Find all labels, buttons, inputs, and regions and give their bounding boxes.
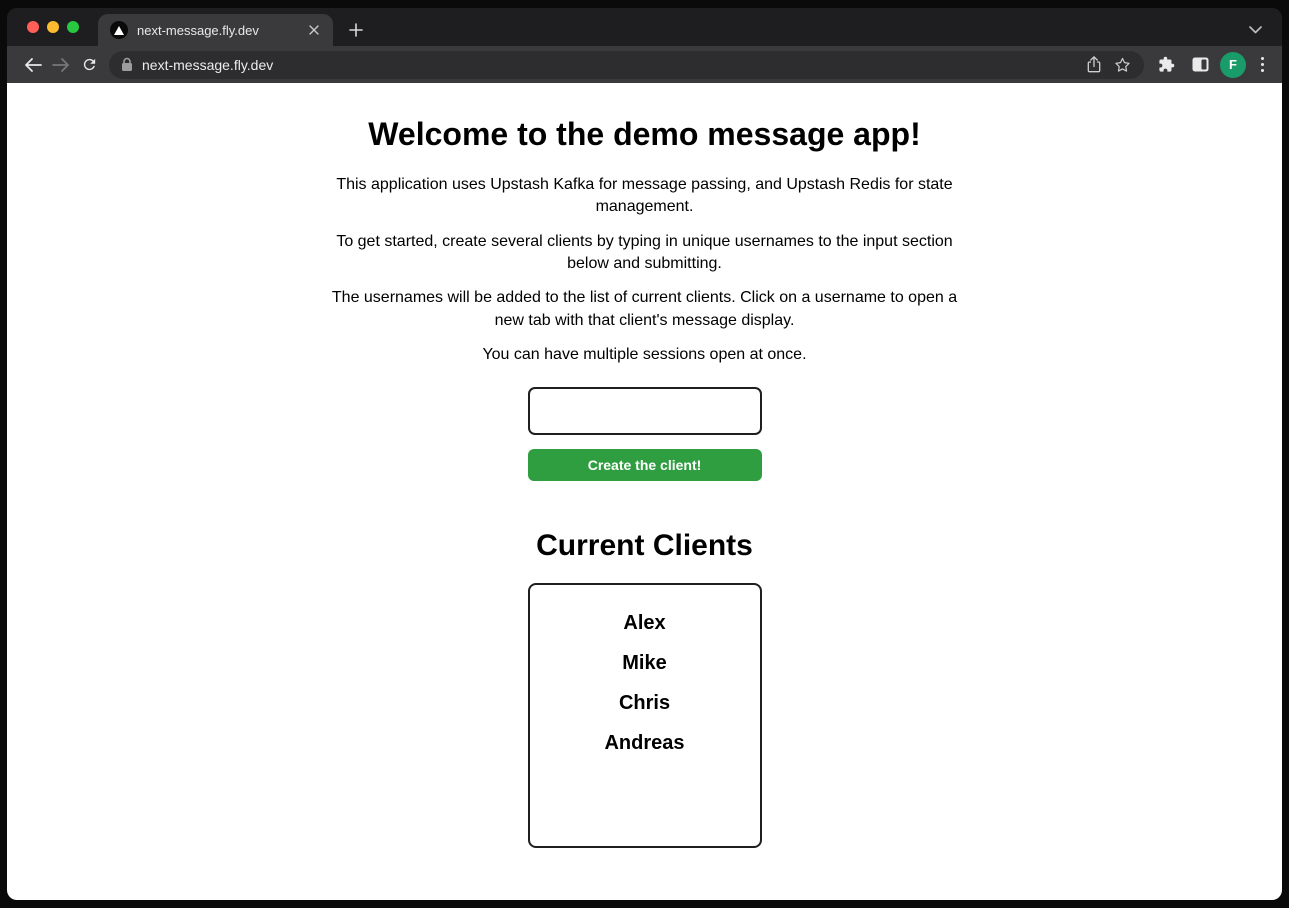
forward-arrow-icon [52,57,70,73]
intro-paragraph: You can have multiple sessions open at o… [329,344,961,366]
username-input[interactable] [528,387,762,435]
bookmark-button[interactable] [1108,52,1136,78]
create-client-button[interactable]: Create the client! [528,449,762,481]
reload-button[interactable] [75,51,103,79]
page-title: Welcome to the demo message app! [7,116,1282,153]
tab-strip: next-message.fly.dev [7,8,1282,46]
zoom-window-button[interactable] [67,21,79,33]
share-button[interactable] [1080,52,1108,78]
site-favicon-icon [110,21,128,39]
share-icon [1087,56,1101,73]
side-panel-button[interactable] [1186,51,1214,79]
client-list: Alex Mike Chris Andreas [528,583,762,848]
chevron-down-icon [1249,26,1262,34]
close-icon [309,25,319,35]
tab-search-button[interactable] [1244,20,1266,40]
close-window-button[interactable] [27,21,39,33]
tab-close-button[interactable] [305,21,323,39]
profile-avatar[interactable]: F [1220,52,1246,78]
page-content: Welcome to the demo message app! This ap… [7,83,1282,900]
address-bar[interactable]: next-message.fly.dev [109,51,1144,79]
extensions-button[interactable] [1152,51,1180,79]
back-arrow-icon [24,57,42,73]
browser-menu-button[interactable] [1252,51,1272,79]
intro-paragraph: This application uses Upstash Kafka for … [329,174,961,219]
forward-button[interactable] [47,51,75,79]
traffic-lights [27,21,79,33]
tab-title: next-message.fly.dev [137,23,305,38]
toolbar-actions: F [1152,51,1272,79]
lock-icon [121,57,133,72]
intro-paragraph: To get started, create several clients b… [329,231,961,276]
new-tab-button[interactable] [341,15,371,45]
back-button[interactable] [19,51,47,79]
browser-tab[interactable]: next-message.fly.dev [98,14,333,46]
browser-toolbar: next-message.fly.dev F [7,46,1282,83]
clients-heading: Current Clients [7,529,1282,564]
url-text: next-message.fly.dev [142,57,1080,73]
reload-icon [81,56,98,73]
minimize-window-button[interactable] [47,21,59,33]
star-icon [1114,57,1131,73]
client-list-item[interactable]: Mike [530,643,760,683]
browser-window: next-message.fly.dev next-message.fly.de… [7,8,1282,900]
plus-icon [349,23,363,37]
intro-paragraph: The usernames will be added to the list … [329,287,961,332]
client-list-item[interactable]: Alex [530,603,760,643]
client-list-item[interactable]: Andreas [530,723,760,763]
puzzle-icon [1158,56,1175,73]
client-list-item[interactable]: Chris [530,683,760,723]
side-panel-icon [1192,57,1209,72]
